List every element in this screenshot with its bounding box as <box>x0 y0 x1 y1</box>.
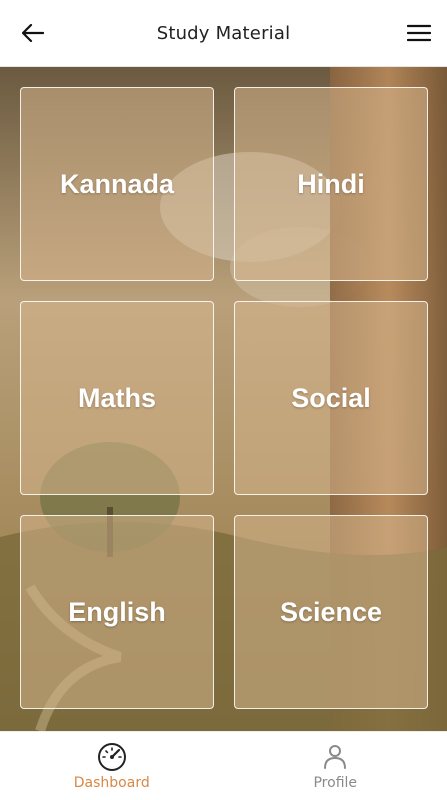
subject-label: Maths <box>77 382 156 413</box>
subject-tile-english[interactable]: English <box>20 515 214 709</box>
person-icon <box>324 745 347 769</box>
nav-dashboard[interactable]: Dashboard <box>0 732 224 800</box>
subject-tile-maths[interactable]: Maths <box>20 301 214 495</box>
nav-label: Dashboard <box>73 775 150 791</box>
bottom-navigation: Dashboard Profile <box>0 731 447 800</box>
arrow-left-icon <box>22 24 44 42</box>
subject-tile-hindi[interactable]: Hindi <box>234 87 428 281</box>
subject-label: Science <box>279 596 383 627</box>
nav-profile[interactable]: Profile <box>224 732 447 800</box>
subject-label: Hindi <box>297 168 365 199</box>
subject-tile-kannada[interactable]: Kannada <box>20 87 214 281</box>
subject-tile-social[interactable]: Social <box>234 301 428 495</box>
app-header: Study Material <box>0 0 447 67</box>
subject-label: Kannada <box>59 168 175 199</box>
nav-label: Profile <box>313 775 358 791</box>
speedometer-icon <box>97 743 126 771</box>
hamburger-menu-icon <box>407 24 431 42</box>
subject-tile-science[interactable]: Science <box>234 515 428 709</box>
menu-button[interactable] <box>405 18 433 48</box>
subject-label: English <box>68 596 166 627</box>
back-button[interactable] <box>16 18 50 48</box>
page-title: Study Material <box>156 22 291 44</box>
subjects-area: Kannada Hindi Maths Social English Scien… <box>0 67 447 731</box>
subject-label: Social <box>291 382 371 413</box>
